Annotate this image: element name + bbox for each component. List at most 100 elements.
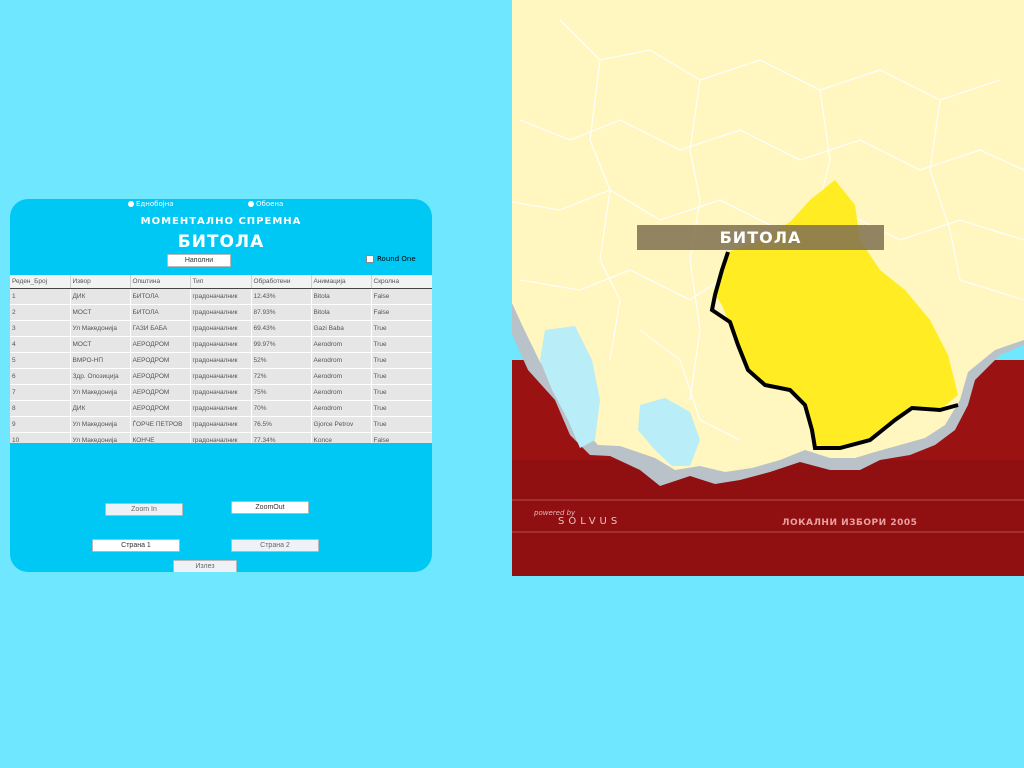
table-row[interactable]: 10 Ул Македонија КОНЧЕ градоначалник 77.34% K… <box>10 432 432 443</box>
exit-button[interactable]: Излез <box>173 560 237 572</box>
table-cell: АЕРОДРОМ <box>130 336 191 353</box>
table-cell: Bitola <box>311 288 372 305</box>
table-cell: False <box>371 288 432 305</box>
column-header[interactable]: Анимација <box>311 275 372 289</box>
table-cell: True <box>371 352 432 369</box>
table-cell: градоначалник <box>190 416 252 433</box>
table-row[interactable]: 6 Здр. Опозиција АЕРОДРОМ градоначалник 72% A… <box>10 368 432 385</box>
table-cell: АЕРОДРОМ <box>130 368 191 385</box>
table-cell: КОНЧЕ <box>130 432 191 443</box>
table-cell: АЕРОДРОМ <box>130 384 191 401</box>
table-cell: True <box>371 336 432 353</box>
table-cell: 87.93% <box>251 304 312 321</box>
table-cell: Aerodrom <box>311 384 372 401</box>
radio-dot-icon <box>248 201 254 207</box>
table-cell: градоначалник <box>190 384 252 401</box>
column-header[interactable]: Општина <box>130 275 191 289</box>
table-cell: 12.43% <box>251 288 312 305</box>
table-row[interactable]: 2 МОСТ БИТОЛА градоначалник 87.93% Bitola Fals… <box>10 304 432 321</box>
radio-single-color[interactable]: Еднобојна <box>128 200 174 208</box>
table-cell: True <box>371 320 432 337</box>
table-body: 1 ДИК БИТОЛА градоначалник 12.43% Bitola False… <box>10 288 432 443</box>
table-cell: 4 <box>10 336 71 353</box>
brand-logo: SOLVUS <box>558 516 622 527</box>
column-header[interactable]: Скролна <box>371 275 432 289</box>
color-mode-radio-group: Еднобојна Обоена <box>10 199 432 209</box>
table-cell: True <box>371 400 432 417</box>
table-cell: 75% <box>251 384 312 401</box>
table-cell: 5 <box>10 352 71 369</box>
radio-dot-icon <box>128 201 134 207</box>
map-city-label: БИТОЛА <box>637 225 884 250</box>
control-panel: Еднобојна Обоена МОМЕНТАЛНО СПРЕМНА БИТО… <box>10 199 432 572</box>
table-row[interactable]: 8 ДИК АЕРОДРОМ градоначалник 70% Aerodrom True <box>10 400 432 417</box>
table-cell: Gjorce Petrov <box>311 416 372 433</box>
table-cell: 8 <box>10 400 71 417</box>
table-row[interactable]: 3 Ул Македонија ГАЗИ БАБА градоначалник 69.4… <box>10 320 432 337</box>
page-1-button[interactable]: Страна 1 <box>92 539 180 552</box>
table-cell: True <box>371 416 432 433</box>
table-cell: Здр. Опозиција <box>70 368 131 385</box>
table-cell: 77.34% <box>251 432 312 443</box>
table-cell: градоначалник <box>190 352 252 369</box>
table-cell: True <box>371 368 432 385</box>
zoom-out-button[interactable]: ZoomOut <box>231 501 309 514</box>
table-cell: 99.97% <box>251 336 312 353</box>
elections-title: ЛОКАЛНИ ИЗБОРИ 2005 <box>782 518 918 528</box>
table-cell: АЕРОДРОМ <box>130 352 191 369</box>
column-header[interactable]: Тип <box>190 275 252 289</box>
table-cell: градоначалник <box>190 368 252 385</box>
page-2-button[interactable]: Страна 2 <box>231 539 319 552</box>
table-cell: Aerodrom <box>311 368 372 385</box>
radio-single-color-label: Еднобојна <box>136 200 174 208</box>
table-cell: 70% <box>251 400 312 417</box>
table-cell: 7 <box>10 384 71 401</box>
table-cell: 10 <box>10 432 71 443</box>
table-cell: Aerodrom <box>311 336 372 353</box>
table-cell: ДИК <box>70 400 131 417</box>
map-svg <box>512 0 1024 576</box>
table-cell: True <box>371 384 432 401</box>
table-row[interactable]: 4 МОСТ АЕРОДРОМ градоначалник 99.97% Aerodrom… <box>10 336 432 353</box>
column-header[interactable]: Обработени <box>251 275 312 289</box>
table-cell: ДИК <box>70 288 131 305</box>
table-cell: градоначалник <box>190 400 252 417</box>
table-cell: БИТОЛА <box>130 304 191 321</box>
table-cell: градоначалник <box>190 432 252 443</box>
table-cell: 9 <box>10 416 71 433</box>
status-subtitle: МОМЕНТАЛНО СПРЕМНА <box>140 216 302 227</box>
round-one-checkbox[interactable]: Round One <box>366 255 416 263</box>
fill-button[interactable]: Наполни <box>167 254 231 267</box>
column-header[interactable]: Извор <box>70 275 131 289</box>
table-cell: Ул Македонија <box>70 432 131 443</box>
table-cell: 69.43% <box>251 320 312 337</box>
table-cell: False <box>371 432 432 443</box>
table-cell: МОСТ <box>70 304 131 321</box>
table-cell: Ул Македонија <box>70 416 131 433</box>
table-cell: 1 <box>10 288 71 305</box>
table-cell: 6 <box>10 368 71 385</box>
region-map[interactable] <box>512 0 1024 576</box>
table-cell: Ул Македонија <box>70 384 131 401</box>
table-cell: ВМРО-НП <box>70 352 131 369</box>
table-row[interactable]: 5 ВМРО-НП АЕРОДРОМ градоначалник 52% Aerodrom… <box>10 352 432 369</box>
results-table[interactable]: Реден_Број Извор Општина Тип Обработени … <box>10 275 432 443</box>
radio-multi-color-label: Обоена <box>256 200 284 208</box>
table-cell: БИТОЛА <box>130 288 191 305</box>
radio-multi-color[interactable]: Обоена <box>248 200 283 208</box>
table-cell: 52% <box>251 352 312 369</box>
table-cell: АЕРОДРОМ <box>130 400 191 417</box>
table-cell: 72% <box>251 368 312 385</box>
table-cell: Aerodrom <box>311 352 372 369</box>
table-cell: 76.5% <box>251 416 312 433</box>
table-row[interactable]: 7 Ул Македонија АЕРОДРОМ градоначалник 75% Ae… <box>10 384 432 401</box>
zoom-in-button[interactable]: Zoom In <box>105 503 183 516</box>
column-header[interactable]: Реден_Број <box>10 275 71 289</box>
table-cell: Konce <box>311 432 372 443</box>
table-cell: градоначалник <box>190 288 252 305</box>
selected-city-title: БИТОЛА <box>177 232 265 252</box>
table-row[interactable]: 9 Ул Македонија ЃОРЧЕ ПЕТРОВ градоначалник 7… <box>10 416 432 433</box>
table-cell: ГАЗИ БАБА <box>130 320 191 337</box>
table-row[interactable]: 1 ДИК БИТОЛА градоначалник 12.43% Bitola False <box>10 288 432 305</box>
round-one-label: Round One <box>377 255 416 263</box>
